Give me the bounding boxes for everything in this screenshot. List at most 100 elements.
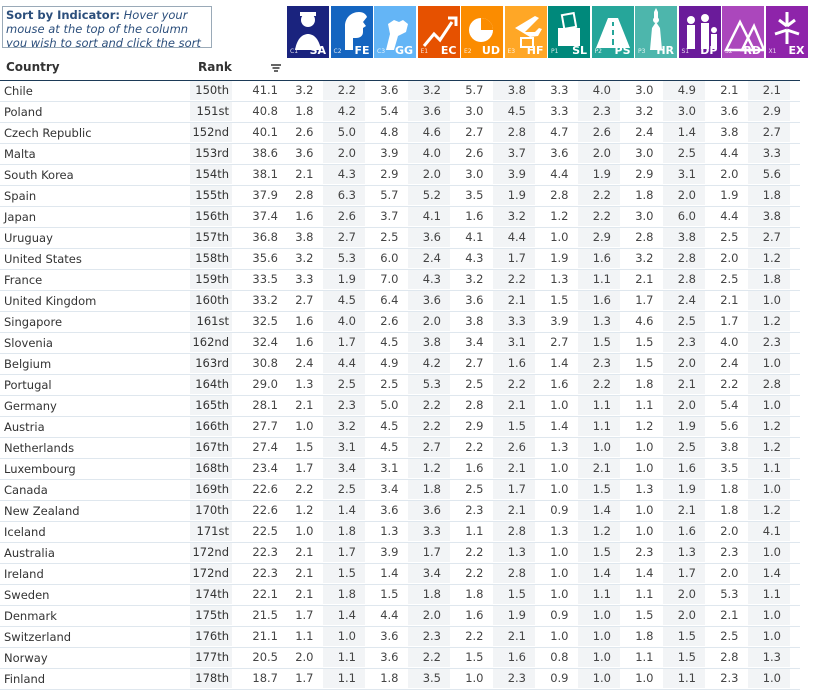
table-row[interactable]: Ireland 172nd 22.3 2.1 1.5 1.4 3.4 2.2 2.8 1.0 1.4… (0, 564, 800, 585)
indicator-value-hr: 1.4 (635, 566, 654, 580)
indicator-code: FE (354, 44, 370, 57)
indicator-value-fe: 4.5 (322, 291, 365, 310)
country-name: Ireland (4, 567, 44, 581)
table-row[interactable]: United Kingdom 160th 33.2 2.7 4.5 6.4 3.6 3.6 2.… (0, 291, 800, 312)
indicator-gg-button[interactable]: C3 GG (374, 6, 416, 58)
total-score: 21.5 (252, 608, 278, 622)
country-name: Switzerland (4, 630, 72, 644)
indicator-value-ud: 2.2 (465, 440, 484, 454)
rank-value: 166th (190, 417, 232, 436)
indicator-value-hr: 1.1 (635, 398, 654, 412)
total-score: 22.5 (252, 524, 278, 538)
table-row[interactable]: Poland 151st 40.8 1.8 4.2 5.4 3.6 3.0 4.5 3.3 2.3 3… (0, 102, 800, 123)
indicator-value-ec: 3.6 (407, 102, 450, 121)
indicator-value-sl: 1.4 (550, 356, 569, 370)
indicator-value-ps: 2.3 (577, 354, 620, 373)
indicator-value-ex: 1.4 (747, 564, 790, 583)
country-column-header[interactable]: Country (6, 60, 60, 74)
indicator-value-hf: 1.5 (492, 585, 535, 604)
table-row[interactable]: New Zealand 170th 22.6 1.2 1.4 3.6 3.6 2.3 2.1 0.… (0, 501, 800, 522)
indicator-value-ex: 5.6 (747, 165, 790, 184)
indicator-value-gg: 6.0 (380, 251, 399, 265)
indicator-value-ec: 2.2 (407, 396, 450, 415)
indicator-hf-button[interactable]: E3 HF (504, 6, 547, 58)
indicator-value-ps: 1.5 (577, 480, 620, 499)
indicator-fe-button[interactable]: C2 FE (330, 6, 373, 58)
indicator-value-hf: 2.1 (492, 459, 535, 478)
indicator-value-dp: 1.7 (662, 564, 705, 583)
table-row[interactable]: Canada 169th 22.6 2.2 2.5 3.4 1.8 2.5 1.7 1.0 1.5 1… (0, 480, 800, 501)
indicator-value-ps: 1.1 (577, 585, 620, 604)
indicator-hr-button[interactable]: P3 HR (635, 6, 677, 58)
sort-icon[interactable] (270, 62, 282, 74)
indicator-value-hf: 3.3 (492, 312, 535, 331)
indicator-rd-button[interactable]: S2 RD (722, 6, 764, 58)
table-row[interactable]: Portugal 164th 29.0 1.3 2.5 2.5 5.3 2.5 2.2 1.6 2.… (0, 375, 800, 396)
table-row[interactable]: Japan 156th 37.4 1.6 2.6 3.7 4.1 1.6 3.2 1.2 2.2 3.… (0, 207, 800, 228)
indicator-value-ex: 1.2 (747, 501, 790, 520)
table-row[interactable]: Germany 165th 28.1 2.1 2.3 5.0 2.2 2.8 2.1 1.0 1.1… (0, 396, 800, 417)
indicator-value-sl: 1.3 (550, 272, 569, 286)
table-row[interactable]: Austria 166th 27.7 1.0 3.2 4.5 2.2 2.9 1.5 1.4 1.1… (0, 417, 800, 438)
indicator-value-hr: 3.2 (635, 104, 654, 118)
table-row[interactable]: Chile 150th 41.1 3.2 2.2 3.6 3.2 5.7 3.8 3.3 4.0 3.… (0, 81, 800, 102)
country-name: United States (4, 252, 82, 266)
indicator-value-ud: 1.6 (465, 608, 484, 622)
indicator-value-hr: 1.0 (635, 440, 654, 454)
rank-value: 151st (190, 102, 232, 121)
total-score: 27.7 (252, 419, 278, 433)
indicator-value-ex: 3.3 (747, 144, 790, 163)
table-row[interactable]: Norway 177th 20.5 2.0 1.1 3.6 2.2 1.5 1.6 0.8 1.0 1… (0, 648, 800, 669)
table-row[interactable]: Malta 153rd 38.6 3.6 2.0 3.9 4.0 2.6 3.7 3.6 2.0 3.… (0, 144, 800, 165)
country-name: France (4, 273, 43, 287)
indicator-dp-button[interactable]: S1 DP (678, 6, 721, 58)
total-score: 22.6 (252, 482, 278, 496)
indicator-value-gg: 5.0 (380, 398, 399, 412)
indicator-value-rd: 2.2 (720, 377, 739, 391)
indicator-ex-button[interactable]: X1 EX (765, 6, 808, 58)
indicator-value-ec: 3.6 (407, 228, 450, 247)
table-row[interactable]: Spain 155th 37.9 2.8 6.3 5.7 5.2 3.5 1.9 2.8 2.2 1.… (0, 186, 800, 207)
indicator-value-rd: 5.6 (720, 419, 739, 433)
indicator-ps-button[interactable]: P2 PS (591, 6, 634, 58)
indicator-value-sa: 3.2 (295, 83, 314, 97)
indicator-value-ps: 1.4 (577, 564, 620, 583)
indicator-ud-button[interactable]: E2 UD (461, 6, 503, 58)
indicator-value-gg: 4.5 (380, 440, 399, 454)
table-row[interactable]: Netherlands 167th 27.4 1.5 3.1 4.5 2.7 2.2 2.6 1.… (0, 438, 800, 459)
indicator-sl-button[interactable]: P1 SL (548, 6, 590, 58)
total-score: 22.6 (252, 503, 278, 517)
table-row[interactable]: Luxembourg 168th 23.4 1.7 3.4 3.1 1.2 1.6 2.1 1.0… (0, 459, 800, 480)
table-row[interactable]: United States 158th 35.6 3.2 5.3 6.0 2.4 4.3 1.7… (0, 249, 800, 270)
table-row[interactable]: Belgium 163rd 30.8 2.4 4.4 4.9 4.2 2.7 1.6 1.4 2.3… (0, 354, 800, 375)
indicator-sa-button[interactable]: C1 SA (287, 6, 329, 58)
indicator-value-fe: 2.7 (322, 228, 365, 247)
table-row[interactable]: Sweden 174th 22.1 2.1 1.8 1.5 1.8 1.8 1.5 1.0 1.1 1… (0, 585, 800, 606)
indicator-sub-code: S1 (681, 48, 690, 55)
table-row[interactable]: Uruguay 157th 36.8 3.8 2.7 2.5 3.6 4.1 4.4 1.0 2.9… (0, 228, 800, 249)
indicator-value-sl: 2.8 (550, 188, 569, 202)
indicator-value-dp: 2.0 (662, 606, 705, 625)
table-row[interactable]: Denmark 175th 21.5 1.7 1.4 4.4 2.0 1.6 1.9 0.9 1.0… (0, 606, 800, 627)
indicator-value-dp: 1.5 (662, 648, 705, 667)
table-row[interactable]: South Korea 154th 38.1 2.1 4.3 2.9 2.0 3.0 3.9 4.… (0, 165, 800, 186)
table-row[interactable]: Slovenia 162nd 32.4 1.6 1.7 4.5 3.8 3.4 3.1 2.7 1.… (0, 333, 800, 354)
country-name: Belgium (4, 357, 52, 371)
table-row[interactable]: Switzerland 176th 21.1 1.1 1.0 3.6 2.3 2.2 2.1 1.… (0, 627, 800, 648)
indicator-value-sl: 0.8 (550, 650, 569, 664)
table-row[interactable]: France 159th 33.5 3.3 1.9 7.0 4.3 3.2 2.2 1.3 1.1 2… (0, 270, 800, 291)
indicator-value-rd: 2.1 (720, 608, 739, 622)
table-row[interactable]: Finland 178th 18.7 1.7 1.1 1.8 3.5 1.0 2.3 0.9 1.0… (0, 669, 800, 690)
indicator-value-ud: 3.8 (465, 314, 484, 328)
total-score: 33.2 (252, 293, 278, 307)
table-row[interactable]: Czech Republic 152nd 40.1 2.6 5.0 4.8 4.6 2.7 2.… (0, 123, 800, 144)
indicator-value-ps: 1.6 (577, 291, 620, 310)
total-score: 27.4 (252, 440, 278, 454)
indicator-value-dp: 1.6 (662, 459, 705, 478)
rank-column-header[interactable]: Rank (198, 60, 232, 74)
table-row[interactable]: Australia 172nd 22.3 2.1 1.7 3.9 1.7 2.2 1.3 1.0 1… (0, 543, 800, 564)
table-row[interactable]: Singapore 161st 32.5 1.6 4.0 2.6 2.0 3.8 3.3 3.9 1… (0, 312, 800, 333)
table-row[interactable]: Iceland 171st 22.5 1.0 1.8 1.3 3.3 1.1 2.8 1.3 1.2… (0, 522, 800, 543)
indicator-value-fe: 1.4 (322, 606, 365, 625)
indicator-ec-button[interactable]: E1 EC (417, 6, 460, 58)
